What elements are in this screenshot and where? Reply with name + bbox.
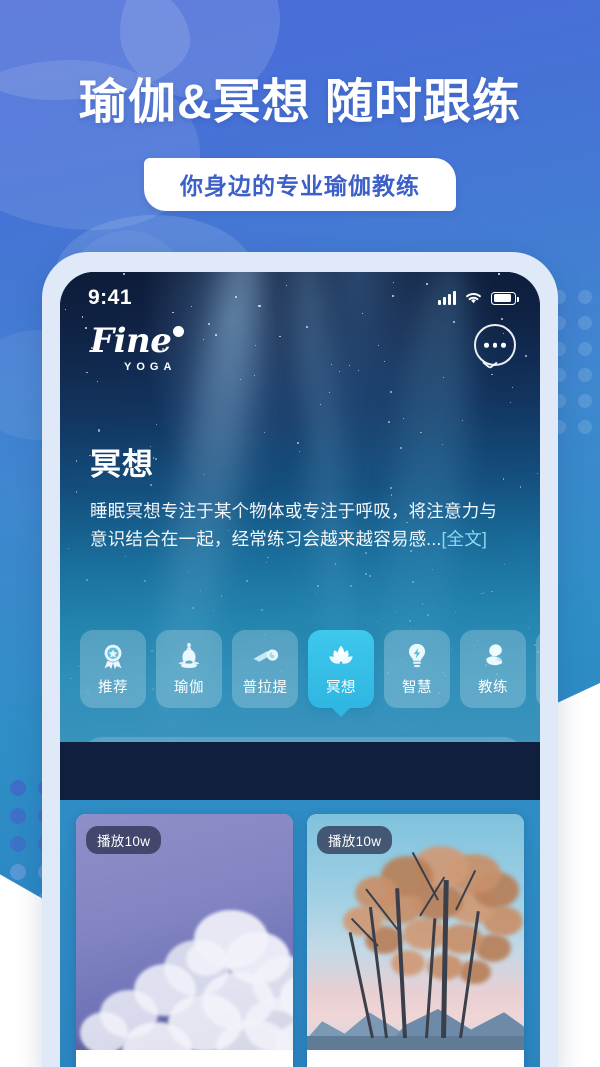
category-tile-partial[interactable] [536,630,540,708]
coach-person-icon [478,641,508,671]
card-thumbnail: 播放10w [76,814,293,1050]
read-more-link[interactable]: [全文] [442,529,488,549]
rolled-mat-icon [250,641,280,671]
phone-mockup: 9:41 FineR YOGA [42,252,558,1067]
meditating-person-icon [174,641,204,671]
ground [307,1036,524,1050]
card-grid: 播放10w 播放10w [60,800,540,1067]
hero-text: 冥想 睡眠冥想专注于某个物体或专注于呼吸，将注意力与意识结合在一起，经常练习会越… [60,373,540,554]
app-logo: FineR YOGA [90,321,185,373]
lotus-flower-icon [326,641,356,671]
cellular-bars-icon [438,291,456,305]
play-count-badge: 播放10w [86,826,162,854]
battery-icon [491,291,519,305]
category-tile-教练[interactable]: 教练 [460,630,526,708]
card-thumbnail: 播放10w [307,814,524,1050]
tree-foliage [403,918,447,950]
card-meta [76,1050,293,1067]
logo-sub-text: YOGA [124,361,177,373]
content-card[interactable]: 播放10w [307,814,524,1067]
subtab-bar[interactable]: 初级冥想进阶冥想正念冥想9天学会冥想 [80,737,526,742]
content-card[interactable]: 播放10w [76,814,293,1067]
promo-banner: 瑜伽&冥想 随时跟练 你身边的专业瑜伽教练 9:41 Fine YOGA 冥想 … [0,0,600,1067]
app-bar: FineR YOGA [60,310,540,373]
tree-foliage [391,950,425,976]
promo-subtitle: 你身边的专业瑜伽教练 [144,158,456,211]
category-row[interactable]: 推荐 瑜伽 普拉提 冥想 智慧 教练 [60,630,540,708]
category-tile-智慧[interactable]: 智慧 [384,630,450,708]
category-tile-普拉提[interactable]: 普拉提 [232,630,298,708]
card-meta [307,1050,524,1067]
wifi-icon [466,292,481,304]
category-tile-冥想[interactable]: 冥想 [308,630,374,708]
hero-description-text: 睡眠冥想专注于某个物体或专注于呼吸，将注意力与意识结合在一起，经常练习会越来越容… [90,501,498,550]
play-count-badge: 播放10w [317,826,393,854]
category-label: 普拉提 [242,680,288,696]
category-label: 推荐 [98,680,128,696]
flower-petal [186,942,226,976]
category-tile-推荐[interactable]: 推荐 [80,630,146,708]
logo-main-text: Fine [90,321,172,361]
logo-registered-mark: R [173,326,185,337]
category-label: 瑜伽 [174,680,204,696]
status-clock: 9:41 [88,286,133,309]
hero-title: 冥想 [90,447,154,482]
category-label: 冥想 [326,680,356,696]
promo-headline: 瑜伽&冥想 随时跟练 [78,76,521,129]
category-tile-瑜伽[interactable]: 瑜伽 [156,630,222,708]
status-bar: 9:41 [60,272,540,310]
hero-section: 9:41 FineR YOGA [60,272,540,742]
category-label: 智慧 [402,680,432,696]
phone-screen: 9:41 FineR YOGA [60,272,540,1067]
tree-foliage [459,960,491,984]
flower-petal [80,1012,128,1050]
chat-bubble-icon[interactable] [474,324,516,366]
promo-subtitle-wrap: 你身边的专业瑜伽教练 [0,158,600,211]
medal-star-icon [98,641,128,671]
hero-description: 睡眠冥想专注于某个物体或专注于呼吸，将注意力与意识结合在一起，经常练习会越来越容… [90,497,510,554]
status-icons [438,291,519,305]
category-label: 教练 [478,680,508,696]
lightbulb-bolt-icon [402,641,432,671]
